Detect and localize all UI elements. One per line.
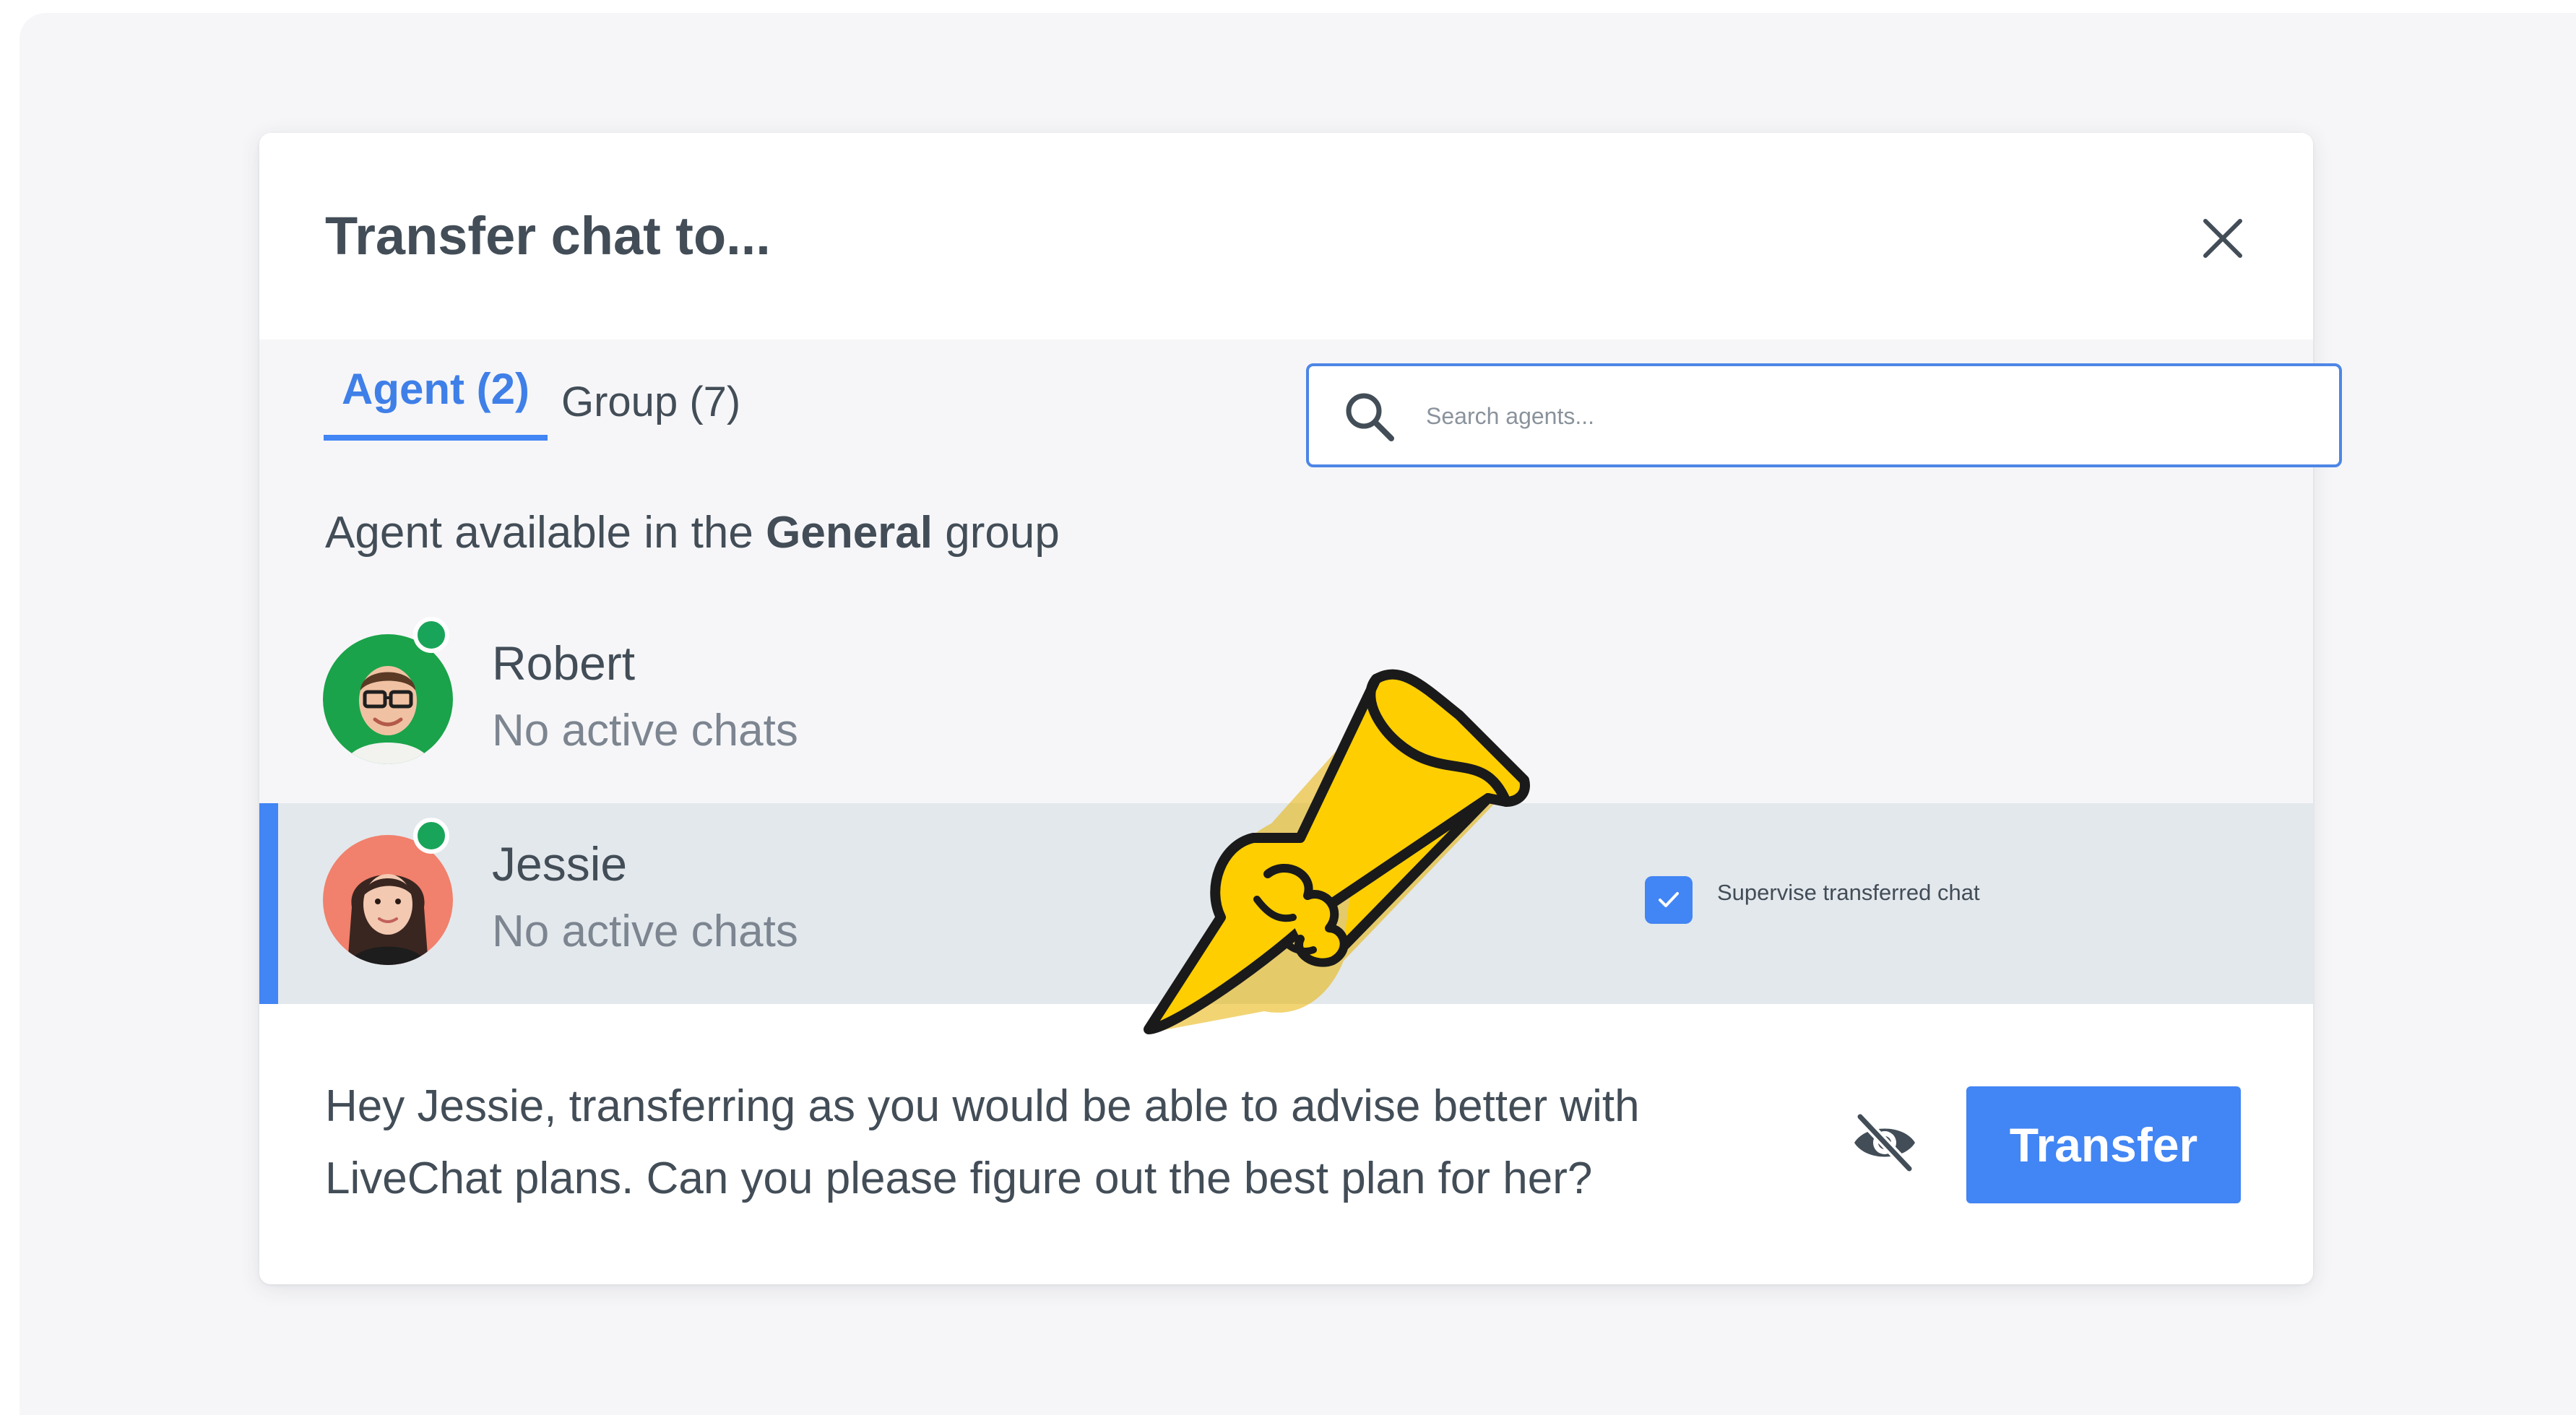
search-box[interactable] <box>1306 363 2342 467</box>
tab-agent[interactable]: Agent (2) <box>324 357 548 441</box>
close-icon <box>2203 219 2242 258</box>
supervise-label: Supervise transferred chat <box>1717 880 1980 905</box>
search-icon <box>1346 393 1394 441</box>
group-name: General <box>766 508 933 558</box>
agent-chat-status: No active chats <box>492 906 798 956</box>
online-status-dot <box>413 617 449 653</box>
selected-indicator <box>259 803 278 1004</box>
checkmark-icon <box>1659 892 1679 907</box>
close-button[interactable] <box>2188 204 2257 273</box>
online-status-dot <box>413 818 449 854</box>
transfer-message[interactable]: Hey Jessie, transferring as you would be… <box>325 1070 1661 1215</box>
eye-slash-icon <box>1854 1112 1915 1174</box>
hide-message-button[interactable] <box>1849 1107 1921 1179</box>
avatar <box>323 634 453 764</box>
group-availability-text: Agent available in the General group <box>325 507 1060 558</box>
avatar <box>323 835 453 965</box>
agent-name: Robert <box>492 636 636 690</box>
agent-chat-status: No active chats <box>492 706 798 756</box>
supervise-checkbox[interactable] <box>1645 876 1693 924</box>
subtitle-suffix: group <box>933 508 1060 558</box>
pointing-hand-icon <box>1144 669 1530 1034</box>
supervise-checkbox-control[interactable]: Supervise transferred chat <box>1645 876 1980 924</box>
search-input[interactable] <box>1425 381 2294 451</box>
dialog-header: Transfer chat to... <box>259 133 2313 339</box>
transfer-button[interactable]: Transfer <box>1966 1086 2241 1203</box>
agent-name: Jessie <box>492 837 628 891</box>
tab-group[interactable]: Group (7) <box>561 370 740 454</box>
dialog-title: Transfer chat to... <box>325 206 771 266</box>
subtitle-prefix: Agent available in the <box>325 508 766 558</box>
